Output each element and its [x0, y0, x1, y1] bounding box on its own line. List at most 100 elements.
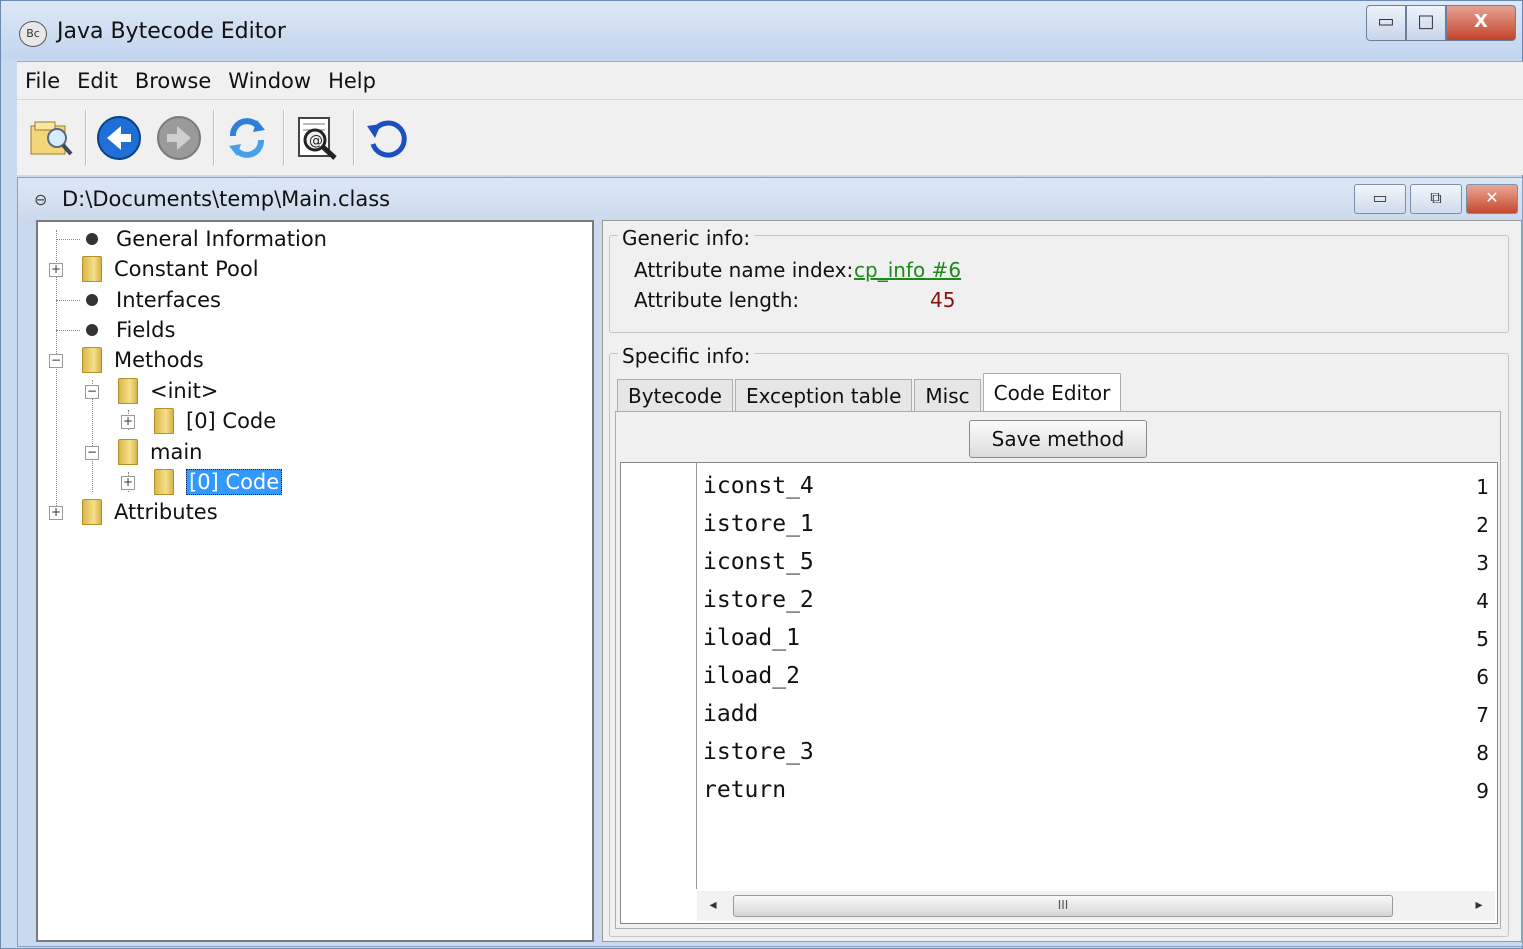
code-text[interactable]: iload_2 [703, 663, 800, 689]
tab-misc[interactable]: Misc [914, 379, 981, 413]
expand-icon[interactable]: + [49, 506, 63, 520]
leaf-icon [86, 294, 98, 306]
tree-node-main-code[interactable]: [0] Code [154, 467, 283, 497]
code-line-row: 8 istore_3 [621, 737, 1497, 775]
document-icon: ⊖ [34, 190, 48, 209]
line-number: 9 [1476, 779, 1489, 803]
code-text[interactable]: iconst_4 [703, 473, 814, 499]
menu-bar: File Edit Browse Window Help [17, 61, 1523, 99]
toolbar-separator [353, 110, 355, 166]
tree-node-fields[interactable]: Fields [82, 315, 175, 345]
folder-icon [82, 347, 102, 373]
code-text[interactable]: istore_2 [703, 587, 814, 613]
line-number: 3 [1476, 551, 1489, 575]
collapse-icon[interactable]: − [85, 446, 99, 460]
code-line-row: 6 iload_2 [621, 661, 1497, 699]
tree-guide-line [56, 239, 80, 240]
code-line-row: 9 return [621, 775, 1497, 813]
tree-label: <init> [150, 379, 219, 403]
forward-icon[interactable] [155, 114, 203, 162]
back-icon[interactable] [95, 114, 143, 162]
line-number: 4 [1476, 589, 1489, 613]
tree-guide-line [56, 330, 80, 331]
document-title-bar: ⊖ D:\Documents\temp\Main.class ▭ ⧉ ✕ [18, 178, 1522, 220]
tree-label: Fields [116, 318, 176, 342]
code-text[interactable]: istore_1 [703, 511, 814, 537]
document-minimize-button[interactable]: ▭ [1354, 184, 1406, 214]
class-tree: General Information + Constant Pool Inte… [36, 220, 594, 942]
generic-info-group: Generic info: Attribute name index: cp_i… [609, 226, 1509, 333]
code-line-row: 1 iconst_4 [621, 471, 1497, 509]
tree-node-init[interactable]: <init> [118, 376, 218, 406]
tree-node-methods[interactable]: Methods [82, 345, 204, 375]
expand-icon[interactable]: + [121, 415, 135, 429]
scroll-thumb[interactable]: III [733, 895, 1393, 917]
tree-label: Attributes [114, 500, 218, 524]
search-icon[interactable]: @ [293, 114, 341, 162]
reload-icon[interactable] [363, 114, 411, 162]
specific-info-label: Specific info: [618, 344, 755, 368]
tab-bytecode[interactable]: Bytecode [617, 379, 733, 413]
code-editor[interactable]: 1 iconst_4 2 istore_1 3 iconst_5 4 istore_2 5 ilo… [620, 462, 1498, 924]
code-text[interactable]: istore_3 [703, 739, 814, 765]
save-method-button[interactable]: Save method [969, 420, 1147, 458]
leaf-icon [86, 324, 98, 336]
tree-node-general-information[interactable]: General Information [82, 224, 327, 254]
line-number: 2 [1476, 513, 1489, 537]
tree-label: Interfaces [116, 288, 221, 312]
folder-icon [154, 408, 174, 434]
title-bar: Bc Java Bytecode Editor ▭ □ X [1, 1, 1522, 59]
window-title: Java Bytecode Editor [57, 19, 286, 44]
app-icon: Bc [19, 21, 47, 47]
code-text[interactable]: return [703, 777, 786, 803]
menu-edit[interactable]: Edit [77, 69, 118, 93]
leaf-icon [86, 233, 98, 245]
window-controls: ▭ □ X [1366, 5, 1516, 41]
collapse-icon[interactable]: − [85, 385, 99, 399]
expand-icon[interactable]: + [121, 476, 135, 490]
menu-window[interactable]: Window [228, 69, 311, 93]
maximize-button[interactable]: □ [1406, 5, 1446, 41]
code-text[interactable]: iadd [703, 701, 758, 727]
document-restore-button[interactable]: ⧉ [1410, 184, 1462, 214]
code-line-row: 4 istore_2 [621, 585, 1497, 623]
code-line-row: 3 iconst_5 [621, 547, 1497, 585]
tab-exception-table[interactable]: Exception table [734, 379, 913, 413]
tab-code-editor[interactable]: Code Editor [982, 373, 1122, 413]
toolbar-separator [85, 110, 87, 166]
minimize-button[interactable]: ▭ [1366, 5, 1406, 41]
tree-label: General Information [116, 227, 327, 251]
scroll-right-icon[interactable]: ▸ [1471, 897, 1487, 915]
folder-icon [118, 378, 138, 404]
menu-file[interactable]: File [25, 69, 60, 93]
refresh-icon[interactable] [223, 114, 271, 162]
document-frame: ⊖ D:\Documents\temp\Main.class ▭ ⧉ ✕ Gen… [17, 177, 1523, 947]
document-close-button[interactable]: ✕ [1466, 184, 1518, 214]
scroll-left-icon[interactable]: ◂ [705, 897, 721, 915]
document-title: D:\Documents\temp\Main.class [62, 187, 391, 211]
generic-info-label: Generic info: [618, 226, 755, 250]
code-line-row: 5 iload_1 [621, 623, 1497, 661]
attribute-name-index-link[interactable]: cp_info #6 [854, 258, 961, 282]
line-number: 8 [1476, 741, 1489, 765]
horizontal-scrollbar[interactable]: ◂ III ▸ [697, 891, 1495, 921]
menu-browse[interactable]: Browse [135, 69, 211, 93]
tree-node-init-code[interactable]: [0] Code [154, 406, 276, 436]
code-text[interactable]: iload_1 [703, 625, 800, 651]
tree-node-attributes[interactable]: Attributes [82, 497, 218, 527]
tree-label-selected: [0] Code [186, 469, 283, 495]
menu-help[interactable]: Help [328, 69, 376, 93]
close-button[interactable]: X [1446, 5, 1516, 41]
open-file-icon[interactable] [27, 114, 75, 162]
code-line-row: 7 iadd [621, 699, 1497, 737]
tree-node-constant-pool[interactable]: Constant Pool [82, 254, 259, 284]
line-number: 1 [1476, 475, 1489, 499]
code-text[interactable]: iconst_5 [703, 549, 814, 575]
line-number: 7 [1476, 703, 1489, 727]
tree-label: [0] Code [186, 409, 277, 433]
main-window: Bc Java Bytecode Editor ▭ □ X File Edit … [0, 0, 1523, 949]
tree-node-main[interactable]: main [118, 437, 202, 467]
tree-node-interfaces[interactable]: Interfaces [82, 285, 221, 315]
expand-icon[interactable]: + [49, 263, 63, 277]
collapse-icon[interactable]: − [49, 354, 63, 368]
